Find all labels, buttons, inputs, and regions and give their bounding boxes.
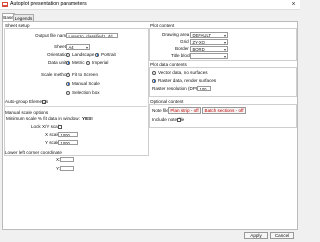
note-file-label: Note file — [152, 108, 169, 113]
imperial-radio[interactable] — [86, 60, 90, 65]
min-scale-value: YES! — [82, 116, 93, 121]
xscale-input[interactable]: 1000 — [58, 132, 78, 137]
selection-box-radio[interactable] — [66, 90, 70, 95]
batch-sections-button[interactable]: Batch sections - off — [202, 107, 246, 114]
border-value: BORD — [192, 47, 205, 52]
metric-label: Metric — [72, 60, 85, 65]
selection-box-label: Selection box — [72, 90, 100, 95]
batch-sections-label: Batch sections - off — [204, 108, 244, 113]
vector-data-radio[interactable] — [152, 70, 156, 75]
output-file-label: Output file name — [35, 33, 69, 38]
yscale-input[interactable]: 1000 — [58, 140, 78, 145]
metric-radio[interactable] — [66, 60, 70, 65]
chevron-down-icon: ▾ — [223, 40, 226, 45]
chevron-down-icon: ▾ — [223, 33, 226, 38]
grid-label: Grid — [180, 39, 189, 44]
grid-value: ZY-XO — [192, 40, 205, 45]
fit-to-screen-label: Fit to Screen — [72, 72, 99, 77]
manual-scale-label: Manual Scale — [72, 81, 100, 86]
output-file-input[interactable]: Lorenzo_classified1_dd — [66, 33, 118, 38]
chevron-down-icon: ▾ — [223, 47, 226, 52]
grid-select[interactable]: ZY-XO ▾ — [190, 39, 228, 45]
sheet-size-select[interactable]: A4 ▾ — [66, 44, 90, 50]
portrait-radio[interactable] — [95, 52, 99, 57]
raster-data-radio[interactable] — [152, 78, 156, 83]
divider — [4, 106, 147, 107]
app-icon — [2, 2, 8, 7]
border-label: Border — [175, 46, 189, 51]
chevron-down-icon: ▾ — [223, 54, 226, 59]
auto-group-checkbox[interactable]: ✓ — [42, 99, 46, 104]
lock-scale-checkbox[interactable] — [58, 124, 62, 129]
title-block-label: Title block — [171, 53, 192, 58]
fit-to-screen-radio[interactable] — [66, 72, 70, 77]
raster-res-label: Raster resolution (DPI) — [152, 86, 199, 91]
landscape-radio[interactable] — [66, 52, 70, 57]
lock-scale-label: Lock X/Y scale — [31, 124, 62, 129]
x-coord-input[interactable] — [60, 157, 74, 162]
scale-method-label: Scale method — [41, 72, 70, 77]
drawing-area-select[interactable]: DEFAULT ▾ — [190, 32, 228, 38]
border-select[interactable]: BORD ▾ — [190, 46, 228, 52]
lower-left-label: Lower left corner coordinate — [5, 150, 62, 155]
imperial-label: Imperial — [92, 60, 109, 65]
portrait-label: Portrait — [101, 52, 116, 57]
cancel-button[interactable]: Cancel — [270, 232, 294, 239]
include-note-checkbox[interactable] — [177, 117, 181, 122]
y-coord-input[interactable] — [60, 166, 74, 171]
apply-button[interactable]: Apply — [244, 232, 268, 239]
plan-strip-label: Plan strip - off — [170, 108, 199, 113]
raster-data-label: Raster data, render surfaces — [158, 78, 217, 83]
manual-scale-title: Manual scale options — [5, 110, 49, 115]
close-icon[interactable]: × — [289, 1, 298, 8]
chevron-down-icon: ▾ — [85, 45, 88, 50]
vector-data-label: Vector data, no surfaces — [158, 70, 208, 75]
min-scale-label: Minimum scale % fit data in window: — [6, 116, 80, 121]
sheet-size-value: A4 — [68, 45, 74, 50]
drawing-area-label: Drawing area — [162, 32, 190, 37]
raster-res-input[interactable]: 100 — [197, 86, 211, 91]
drawing-area-value: DEFAULT — [192, 33, 212, 38]
manual-scale-radio[interactable] — [66, 81, 70, 86]
title-block-select[interactable]: ▾ — [190, 53, 228, 59]
plan-strip-button[interactable]: Plan strip - off — [168, 107, 201, 114]
window-title: Autoplot presentation parameters — [10, 1, 87, 8]
landscape-label: Landscape — [72, 52, 95, 57]
